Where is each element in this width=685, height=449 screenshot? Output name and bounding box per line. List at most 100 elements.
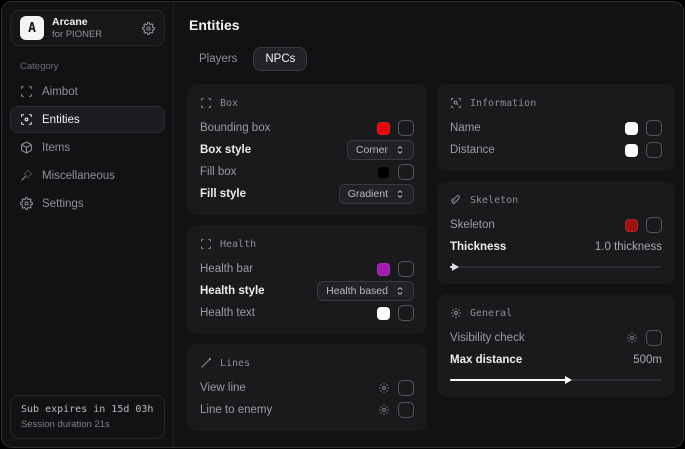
lines-card: Lines View line — [187, 344, 427, 431]
slider-value: 1.0 thickness — [595, 241, 662, 253]
health-style-dropdown[interactable]: Health based — [317, 281, 414, 301]
dropdown-value: Corner — [356, 144, 388, 156]
category-label: Category — [20, 61, 165, 72]
setting-row-box-style: Box style Corner — [200, 139, 414, 161]
pencil-line-icon — [200, 357, 212, 369]
checkbox[interactable] — [646, 330, 662, 346]
dropdown-value: Gradient — [348, 188, 388, 200]
max-distance-slider[interactable] — [450, 374, 662, 387]
setting-row-skeleton: Skeleton — [450, 214, 662, 236]
setting-row-visibility-check: Visibility check — [450, 327, 662, 349]
slider-thumb[interactable] — [452, 263, 459, 271]
main-content: Entities Players NPCs Box — [174, 2, 684, 447]
sidebar-item-label: Miscellaneous — [42, 170, 115, 182]
setting-label: Line to enemy — [200, 404, 272, 416]
setting-label: Name — [450, 122, 481, 134]
sidebar-item-label: Aimbot — [42, 86, 78, 98]
checkbox[interactable] — [398, 261, 414, 277]
setting-label: Thickness — [450, 241, 506, 253]
sidebar-item-label: Entities — [42, 114, 80, 126]
setting-label: Box style — [200, 144, 251, 156]
box-card: Box Bounding box Box style Corner — [187, 84, 427, 215]
setting-row-health-text: Health text — [200, 302, 414, 324]
setting-label: Fill style — [200, 188, 246, 200]
sidebar-item-settings[interactable]: Settings — [10, 190, 165, 217]
slider-value: 500m — [633, 354, 662, 366]
card-title: Information — [470, 98, 536, 109]
setting-row-max-distance: Max distance 500m — [450, 349, 662, 371]
scan-icon — [200, 238, 212, 250]
slider-thumb[interactable] — [565, 376, 572, 384]
card-title: Lines — [220, 358, 250, 369]
session-duration-text: Session duration 21s — [21, 419, 154, 430]
app-logo-card: A Arcane for PIONER — [10, 10, 165, 46]
tab-npcs[interactable]: NPCs — [253, 47, 307, 71]
health-card: Health Health bar Health style Health ba… — [187, 225, 427, 334]
tab-players[interactable]: Players — [187, 47, 249, 71]
app-name: Arcane — [52, 16, 102, 29]
gear-icon[interactable] — [378, 382, 390, 394]
color-swatch[interactable] — [625, 219, 638, 232]
setting-label: View line — [200, 382, 246, 394]
dropdown-value: Health based — [326, 285, 388, 297]
setting-row-fill-style: Fill style Gradient — [200, 183, 414, 205]
gear-icon[interactable] — [378, 404, 390, 416]
setting-row-distance: Distance — [450, 139, 662, 161]
color-swatch[interactable] — [377, 307, 390, 320]
slider-track — [450, 266, 662, 268]
sidebar-item-entities[interactable]: Entities — [10, 106, 165, 133]
checkbox[interactable] — [646, 120, 662, 136]
setting-label: Health style — [200, 285, 265, 297]
sidebar-item-label: Settings — [42, 198, 84, 210]
card-title: Skeleton — [470, 195, 518, 206]
checkbox[interactable] — [398, 120, 414, 136]
skeleton-card: Skeleton Skeleton Thickness 1.0 thicknes… — [437, 181, 675, 284]
sub-expires-text: Sub expires in 15d 03h — [21, 404, 154, 415]
color-swatch[interactable] — [377, 263, 390, 276]
checkbox[interactable] — [646, 142, 662, 158]
chevrons-up-down-icon — [395, 286, 405, 296]
setting-label: Skeleton — [450, 219, 495, 231]
sidebar-item-miscellaneous[interactable]: Miscellaneous — [10, 162, 165, 189]
gear-icon[interactable] — [142, 22, 155, 35]
setting-row-bounding-box: Bounding box — [200, 117, 414, 139]
subscription-info-card: Sub expires in 15d 03h Session duration … — [10, 395, 165, 439]
scan-crosshair-icon — [20, 85, 33, 98]
checkbox[interactable] — [398, 380, 414, 396]
thickness-slider[interactable] — [450, 261, 662, 274]
fill-style-dropdown[interactable]: Gradient — [339, 184, 414, 204]
color-swatch[interactable] — [377, 166, 390, 179]
setting-row-line-to-enemy: Line to enemy — [200, 399, 414, 421]
chevrons-up-down-icon — [395, 145, 405, 155]
gear-icon[interactable] — [626, 332, 638, 344]
setting-label: Bounding box — [200, 122, 270, 134]
page-title: Entities — [189, 17, 675, 33]
scan-search-icon — [450, 97, 462, 109]
gear-icon — [20, 197, 33, 210]
card-title: General — [470, 308, 512, 319]
color-swatch[interactable] — [625, 122, 638, 135]
sidebar-item-aimbot[interactable]: Aimbot — [10, 78, 165, 105]
app-logo: A — [20, 16, 44, 40]
checkbox[interactable] — [646, 217, 662, 233]
color-swatch[interactable] — [377, 122, 390, 135]
wand-sparkles-icon — [20, 169, 33, 182]
tab-bar: Players NPCs — [187, 47, 675, 71]
box-style-dropdown[interactable]: Corner — [347, 140, 414, 160]
setting-row-health-style: Health style Health based — [200, 280, 414, 302]
setting-label: Fill box — [200, 166, 236, 178]
slider-fill — [450, 379, 567, 381]
app-subtitle: for PIONER — [52, 29, 102, 41]
color-swatch[interactable] — [625, 144, 638, 157]
checkbox[interactable] — [398, 402, 414, 418]
sidebar-item-items[interactable]: Items — [10, 134, 165, 161]
information-card: Information Name Distance — [437, 84, 675, 171]
checkbox[interactable] — [398, 305, 414, 321]
checkbox[interactable] — [398, 164, 414, 180]
setting-row-view-line: View line — [200, 377, 414, 399]
setting-label: Health text — [200, 307, 255, 319]
setting-label: Max distance — [450, 354, 522, 366]
card-title: Health — [220, 239, 256, 250]
setting-label: Visibility check — [450, 332, 525, 344]
app-window: A Arcane for PIONER Category Aimbot — [1, 1, 684, 448]
